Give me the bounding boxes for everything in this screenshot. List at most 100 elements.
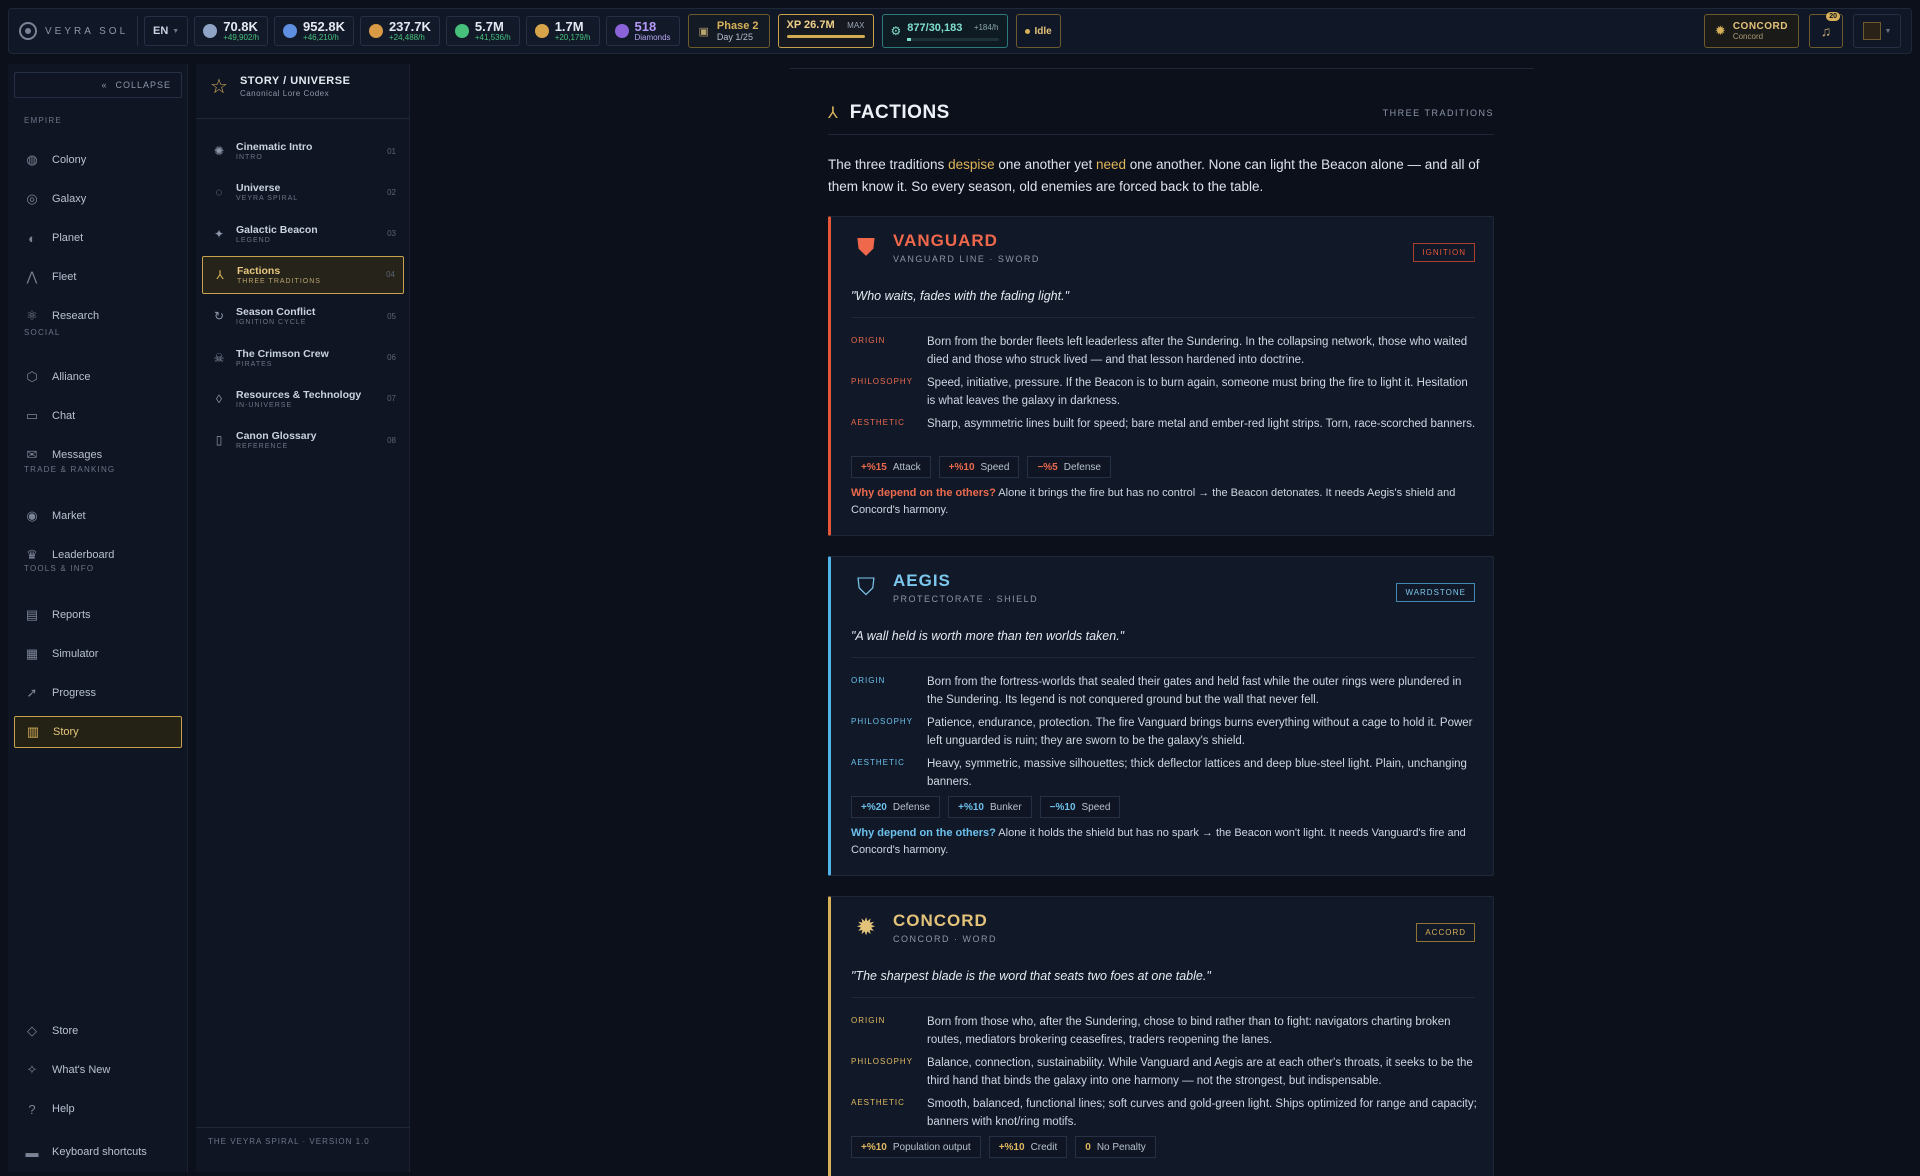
sidebar-item-store[interactable]: ◇ Store xyxy=(14,1015,182,1047)
chapter-item[interactable]: ◊ Resources & Technology IN-UNIVERSE 07 xyxy=(202,380,404,418)
trait-text: Balance, connection, sustainability. Whi… xyxy=(927,1057,1473,1087)
modifier-value: +%10 xyxy=(998,1141,1025,1153)
faction-chip[interactable]: ✹ CONCORD Concord xyxy=(1703,14,1799,48)
resource-counter[interactable]: 237.7K +24,488/h xyxy=(359,16,440,46)
modifier-value: +%15 xyxy=(861,461,887,473)
brand-mark-icon xyxy=(19,22,37,40)
sidebar-item-galaxy[interactable]: ◎ Galaxy xyxy=(14,183,182,215)
avatar xyxy=(1862,22,1881,40)
resource-counter[interactable]: 70.8K +49,902/h xyxy=(194,16,269,46)
faction-tag-badge: WARDSTONE xyxy=(1396,583,1475,602)
faction-tag-badge: ACCORD xyxy=(1416,923,1475,942)
factions-icon: ⅄ xyxy=(828,105,838,122)
divider xyxy=(196,1127,410,1128)
chapter-item[interactable]: ☠ The Crimson Crew PIRATES 06 xyxy=(202,339,404,377)
resource-value: 952.8K xyxy=(303,19,345,34)
xp-bar xyxy=(786,35,865,38)
sidebar-item-label: Chat xyxy=(52,410,76,422)
population-indicator[interactable]: ⚙ 877/30,183 +184/h xyxy=(881,14,1008,48)
sidebar-item-simulator[interactable]: ▦ Simulator xyxy=(14,638,182,670)
sidebar-item-chat[interactable]: ▭ Chat xyxy=(14,400,182,432)
chapter-item[interactable]: ↻ Season Conflict IGNITION CYCLE 05 xyxy=(202,297,404,335)
chapter-subtitle: VEYRA SPIRAL xyxy=(236,195,299,203)
story-sidebar: ☆ STORY / UNIVERSE Canonical Lore Codex … xyxy=(196,64,410,1172)
language-select[interactable]: EN ▼ xyxy=(144,16,189,46)
modifier-chip: −%10 Speed xyxy=(1039,796,1121,818)
chapter-item[interactable]: ✺ Cinematic Intro INTRO 01 xyxy=(202,132,404,170)
chapter-number: 04 xyxy=(386,270,395,280)
sidebar-item-label: Help xyxy=(52,1103,75,1115)
sidebar-item-label: Simulator xyxy=(52,648,99,660)
resource-list: 70.8K +49,902/h 952.8K +46,210/h 237.7K +24,4… xyxy=(188,16,600,46)
status-indicator[interactable]: Idle xyxy=(1015,14,1061,48)
metal-icon xyxy=(203,24,218,38)
chapter-item[interactable]: ⅄ Factions THREE TRADITIONS 04 xyxy=(202,255,404,294)
collapse-button[interactable]: « COLLAPSE xyxy=(14,72,182,98)
main-sidebar: « COLLAPSE EMPIRE SOCIAL TRADE & RANKING… xyxy=(8,64,188,1172)
modifier-chip: +%10 Population output xyxy=(851,1136,981,1158)
divider xyxy=(137,16,138,46)
profile-menu[interactable]: ▼ xyxy=(1853,14,1901,48)
sidebar-item-what-s-new[interactable]: ✧ What's New xyxy=(14,1054,182,1086)
chapter-number: 02 xyxy=(387,187,396,197)
brand-name: VEYRA SOL xyxy=(45,25,129,37)
sidebar-item-help[interactable]: ? Help xyxy=(14,1093,182,1125)
chapter-subtitle: IN-UNIVERSE xyxy=(236,401,293,409)
faction-card-vanguard: ⛊ VANGUARD VANGUARD LINE · SWORD IGNITION "W… xyxy=(828,216,1494,536)
sidebar-item-colony[interactable]: ◍ Colony xyxy=(14,144,182,176)
faction-aesthetic: AESTHETIC Heavy, symmetric, massive silho… xyxy=(851,755,1477,791)
brand-logo[interactable]: VEYRA SOL xyxy=(19,22,131,40)
trait-text: Born from the border fleets left leaderl… xyxy=(927,336,1468,366)
sidebar-item-keyboard-shortcuts[interactable]: ▬ Keyboard shortcuts xyxy=(14,1136,182,1168)
xp-max-label: MAX xyxy=(847,20,865,30)
sidebar-item-label: Store xyxy=(52,1025,79,1037)
notifications-button[interactable]: ♫ 20 xyxy=(1809,12,1843,48)
resource-counter[interactable]: 952.8K +46,210/h xyxy=(274,16,354,46)
modifier-list: +%20 Defense +%10 Bunker −%10 Speed xyxy=(851,796,1121,818)
collapse-label: COLLAPSE xyxy=(115,80,171,90)
resource-rate: +49,902/h xyxy=(223,33,260,42)
resource-counter[interactable]: 5.7M +41,536/h xyxy=(445,16,520,46)
bell-icon: ♫ xyxy=(1820,23,1832,39)
modifier-chip: +%20 Defense xyxy=(851,796,941,818)
vanguard-emblem-icon: ⛊ xyxy=(857,233,875,261)
sidebar-item-planet[interactable]: ◐ Planet xyxy=(14,222,182,254)
faction-card-concord: ✹ CONCORD CONCORD · WORD ACCORD "The sharpes… xyxy=(828,896,1494,1176)
faction-line: VANGUARD LINE · SWORD xyxy=(893,254,1040,264)
help-icon: ? xyxy=(28,1101,36,1117)
faction-name: CONCORD xyxy=(1732,21,1788,32)
modifier-label: Speed xyxy=(980,461,1010,473)
chapter-subtitle: PIRATES xyxy=(236,360,273,368)
sidebar-item-research[interactable]: ⚛ Research xyxy=(14,300,182,332)
sidebar-item-alliance[interactable]: ⬡ Alliance xyxy=(14,361,182,393)
organic-icon xyxy=(454,24,469,38)
chapter-title: Season Conflict xyxy=(236,306,316,319)
chapter-item[interactable]: ▯ Canon Glossary REFERENCE 08 xyxy=(202,421,404,459)
modifier-value: 0 xyxy=(1085,1141,1091,1153)
section-tag: THREE TRADITIONS xyxy=(1382,108,1494,118)
calendar-icon: ▣ xyxy=(698,25,709,38)
sidebar-item-label: Planet xyxy=(52,232,84,244)
chapter-title: Resources & Technology xyxy=(236,388,362,401)
sidebar-item-market[interactable]: ◉ Market xyxy=(14,500,182,532)
xp-indicator[interactable]: XP 26.7M MAX xyxy=(777,14,874,48)
sidebar-item-fleet[interactable]: ⋀ Fleet xyxy=(14,261,182,293)
chapter-item[interactable]: ✦ Galactic Beacon LEGEND 03 xyxy=(202,215,404,253)
trait-text: Heavy, symmetric, massive silhouettes; t… xyxy=(927,758,1467,788)
sidebar-item-story[interactable]: ▥ Story xyxy=(14,716,182,748)
trait-text: Born from those who, after the Sundering… xyxy=(927,1016,1451,1046)
sidebar-item-leaderboard[interactable]: ♛ Leaderboard xyxy=(14,539,182,571)
faction-quote: "Who waits, fades with the fading light.… xyxy=(851,289,1070,303)
sidebar-item-label: Story xyxy=(53,726,79,738)
phase-indicator[interactable]: ▣ Phase 2 Day 1/25 xyxy=(687,14,770,48)
sidebar-item-reports[interactable]: ▤ Reports xyxy=(14,599,182,631)
sidebar-item-progress[interactable]: ➚ Progress xyxy=(14,677,182,709)
chapter-subtitle: REFERENCE xyxy=(236,443,289,451)
trait-label: ORIGIN xyxy=(851,676,886,685)
sidebar-item-messages[interactable]: ✉ Messages xyxy=(14,439,182,471)
modifier-label: No Penalty xyxy=(1096,1141,1146,1153)
chapter-icon: ✺ xyxy=(213,144,225,158)
diamonds-counter[interactable]: 518 Diamonds xyxy=(605,16,680,46)
resource-counter[interactable]: 1.7M +20,179/h xyxy=(525,16,600,46)
chapter-item[interactable]: ◌ Universe VEYRA SPIRAL 02 xyxy=(202,173,404,211)
